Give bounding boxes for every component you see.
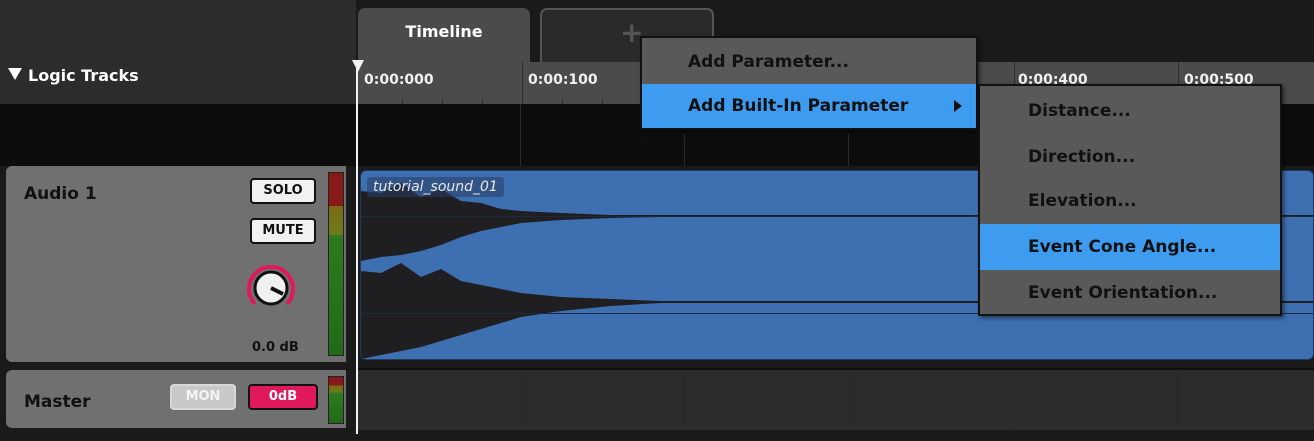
submenu-item-event-orientation[interactable]: Event Orientation... <box>980 270 1280 316</box>
submenu-item-direction[interactable]: Direction... <box>980 134 1280 180</box>
master-level-meter <box>328 376 344 424</box>
built-in-parameter-submenu: Distance... Direction... Elevation... Ev… <box>978 84 1282 316</box>
grid-line <box>848 134 849 166</box>
grid-line <box>1178 370 1179 430</box>
tracks-header <box>0 0 356 104</box>
grid-line <box>684 370 685 430</box>
context-menu: Add Parameter... Add Built-In Parameter <box>640 36 978 130</box>
odb-button[interactable]: 0dB <box>248 384 318 410</box>
menu-item-add-parameter[interactable]: Add Parameter... <box>642 40 976 84</box>
volume-knob[interactable] <box>245 262 297 314</box>
playhead[interactable] <box>356 62 358 434</box>
master-lane[interactable] <box>358 368 1314 430</box>
ruler-tick-label: 0:00:000 <box>364 72 434 88</box>
grid-line <box>520 104 521 166</box>
grid-line <box>848 370 849 430</box>
knob-icon <box>247 264 295 306</box>
region-label: tutorial_sound_01 <box>367 177 504 197</box>
submenu-item-event-cone-angle[interactable]: Event Cone Angle... <box>980 224 1280 270</box>
menu-item-add-built-in-parameter[interactable]: Add Built-In Parameter <box>642 84 976 128</box>
menu-item-label: Add Built-In Parameter <box>688 96 909 116</box>
mon-button[interactable]: MON <box>170 384 236 410</box>
grid-line <box>1014 370 1015 430</box>
tab-timeline-label: Timeline <box>405 22 483 41</box>
solo-button[interactable]: SOLO <box>250 178 316 204</box>
chevron-right-icon <box>954 100 962 112</box>
tracks-header-title[interactable]: Logic Tracks <box>28 66 139 85</box>
track-name[interactable]: Audio 1 <box>24 184 97 204</box>
tab-timeline[interactable]: Timeline <box>358 8 530 68</box>
volume-value: 0.0 dB <box>252 340 299 355</box>
mute-button[interactable]: MUTE <box>250 218 316 244</box>
ruler-tick <box>522 62 523 104</box>
master-track-name[interactable]: Master <box>24 392 91 412</box>
level-meter <box>328 172 344 356</box>
submenu-item-elevation[interactable]: Elevation... <box>980 178 1280 224</box>
grid-line <box>684 134 685 166</box>
triangle-down-icon[interactable] <box>8 68 22 80</box>
grid-line <box>520 370 521 430</box>
submenu-item-distance[interactable]: Distance... <box>980 88 1280 134</box>
ruler-tick-label: 0:00:100 <box>528 72 598 88</box>
playhead-marker-icon[interactable] <box>352 60 364 72</box>
